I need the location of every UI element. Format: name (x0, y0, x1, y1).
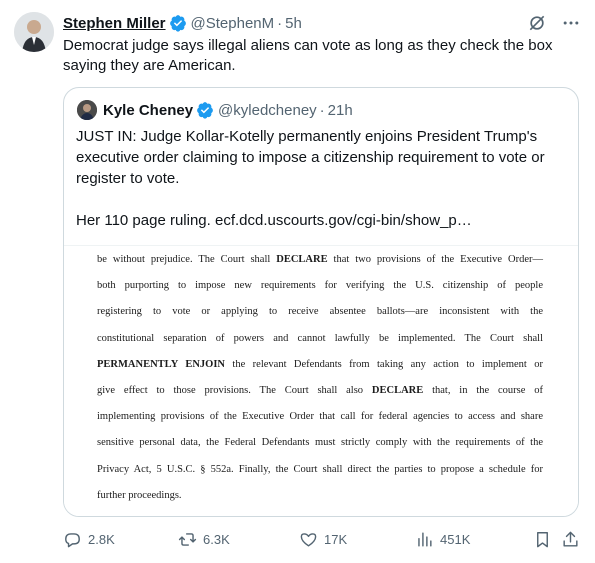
quoted-author-handle: @kyledcheney (218, 101, 317, 119)
document-line: constitutional separation of powers and … (97, 332, 543, 344)
author-handle[interactable]: @StephenM (191, 15, 275, 32)
document-line: both purporting to impose new requiremen… (97, 280, 543, 292)
views-chart-icon (418, 532, 432, 547)
quoted-header: Kyle Cheney @kyledcheney · 21h (77, 100, 353, 120)
document-line: implementing provisions of the Executive… (97, 411, 543, 423)
reply-icon (65, 533, 80, 548)
views-button[interactable]: 451K (415, 530, 470, 549)
avatar[interactable] (14, 12, 54, 52)
tweet-header: Stephen Miller @StephenM · 5h (63, 13, 302, 33)
verified-badge-icon (197, 102, 213, 119)
repost-count: 6.3K (203, 532, 230, 547)
quoted-author-name: Kyle Cheney (103, 101, 194, 119)
quoted-avatar-image (77, 100, 97, 120)
verified-badge-icon (169, 15, 186, 32)
document-line: Privacy Act, 5 U.S.C. § 552a. Finally, t… (97, 463, 543, 475)
bookmark-icon (537, 532, 548, 548)
quoted-post-time: 21h (327, 101, 353, 119)
more-options-icon[interactable] (561, 13, 581, 33)
quoted-text: JUST IN: Judge Kollar-Kotelly permanentl… (76, 128, 545, 187)
tweet-text: Democrat judge says illegal aliens can v… (63, 37, 553, 74)
quoted-link-text: Her 110 page ruling. ecf.dcd.uscourts.go… (76, 212, 472, 229)
document-line: registering to vote or applying to recei… (97, 306, 543, 318)
document-line: PERMANENTLY ENJOIN the relevant Defendan… (97, 358, 543, 370)
court-document-image[interactable]: be without prejudice. The Court shall DE… (64, 245, 578, 516)
quoted-tweet[interactable]: Kyle Cheney @kyledcheney · 21h JUST IN: … (63, 87, 579, 517)
dot-separator: · (277, 14, 283, 32)
views-count: 451K (440, 532, 471, 547)
like-button[interactable]: 17K (299, 530, 347, 549)
document-line: be without prejudice. The Court shall DE… (97, 254, 543, 265)
dot-separator: · (319, 101, 325, 119)
avatar-image (14, 12, 54, 52)
top-actions (527, 13, 581, 33)
document-line: further proceedings. (97, 489, 182, 501)
quoted-avatar (77, 100, 97, 120)
post-time[interactable]: 5h (285, 15, 302, 32)
quoted-body: JUST IN: Judge Kollar-Kotelly permanentl… (76, 126, 568, 231)
repost-icon (178, 533, 197, 546)
share-button[interactable] (561, 530, 580, 549)
document-line: give effect to those provisions. The Cou… (97, 385, 543, 396)
grok-icon[interactable] (527, 13, 547, 33)
like-count: 17K (324, 532, 348, 547)
share-icon (563, 531, 578, 547)
bookmark-button[interactable] (533, 530, 552, 549)
document-line: sensitive personal data, the Federal Def… (97, 437, 543, 449)
repost-button[interactable]: 6.3K (178, 530, 230, 549)
reply-button[interactable]: 2.8K (63, 530, 115, 549)
author-name[interactable]: Stephen Miller (63, 15, 166, 32)
reply-count: 2.8K (88, 532, 115, 547)
heart-icon (300, 533, 317, 547)
action-bar: 2.8K 6.3K 17K 451K (63, 530, 583, 552)
